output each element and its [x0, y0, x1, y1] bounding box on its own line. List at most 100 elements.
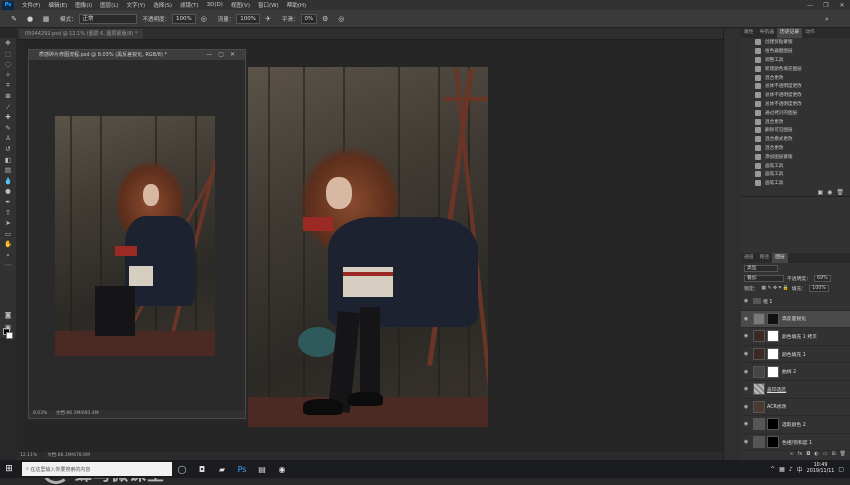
fx-icon[interactable]: fx — [798, 451, 803, 459]
history-item[interactable]: 拾色器图图层 — [741, 47, 850, 56]
layer-row[interactable]: ◉ ACR修改 — [741, 399, 850, 417]
history-item[interactable]: 总体不透明度更改 — [741, 82, 850, 91]
task-view-icon[interactable]: ◯ — [172, 465, 192, 474]
layer-filter-select[interactable]: 类型 — [744, 264, 778, 272]
volume-icon[interactable]: ♪ — [789, 466, 793, 473]
group-icon[interactable]: ▭ — [823, 451, 828, 459]
history-brush-icon[interactable]: ↺ — [0, 144, 16, 155]
history-item[interactable]: 总体不透明度更改 — [741, 91, 850, 100]
history-item[interactable]: 画笔工具 — [741, 179, 850, 188]
gear-icon[interactable]: ⚙ — [320, 14, 330, 24]
tab-channels[interactable]: 通道 — [741, 253, 757, 263]
ime-icon[interactable]: 中 — [797, 465, 803, 474]
visibility-icon[interactable]: ◉ — [741, 316, 751, 322]
windows-start-icon[interactable]: ⊞ — [0, 464, 18, 474]
notepad-icon[interactable]: ▤ — [252, 465, 272, 474]
visibility-icon[interactable]: ◉ — [741, 386, 751, 392]
visibility-icon[interactable]: ◉ — [741, 333, 751, 339]
visibility-icon[interactable]: ◉ — [741, 351, 751, 357]
menu-image[interactable]: 图像(I) — [71, 1, 96, 9]
tab-actions[interactable]: 动作 — [802, 28, 818, 38]
visibility-icon[interactable]: ◉ — [741, 369, 751, 375]
tab-layers[interactable]: 图层 — [772, 253, 788, 263]
zoom-tool-icon[interactable]: ⌕ — [0, 250, 16, 261]
pen-tool-icon[interactable]: ✒ — [0, 197, 16, 208]
browser-icon[interactable]: ◘ — [192, 465, 212, 474]
new-layer-icon[interactable]: ⊞ — [831, 451, 835, 459]
pressure-size-icon[interactable]: ◎ — [336, 14, 346, 24]
layer-row[interactable]: ◉ 盖印选区 — [741, 381, 850, 399]
layer-mask-thumbnail[interactable] — [767, 418, 779, 431]
frame-tool-icon[interactable]: ⊠ — [0, 91, 16, 102]
history-item[interactable]: 混合更改 — [741, 144, 850, 153]
delete-layer-icon[interactable]: 🗑 — [840, 451, 846, 459]
history-item[interactable]: 新建颜色填充图层 — [741, 64, 850, 73]
menu-edit[interactable]: 编辑(E) — [44, 1, 71, 9]
menu-window[interactable]: 窗口(W) — [254, 1, 283, 9]
history-item[interactable]: 创建剪贴蒙版 — [741, 38, 850, 47]
blur-tool-icon[interactable]: 💧 — [0, 176, 16, 187]
blend-mode-select[interactable]: 叠加 — [744, 274, 784, 282]
tab-navigator[interactable]: 导航器 — [757, 28, 777, 38]
quick-mask-icon[interactable]: ◙ — [0, 310, 16, 321]
trash-icon[interactable]: 🗑 — [836, 189, 844, 196]
eyedropper-tool-icon[interactable]: ⁄ — [0, 102, 16, 113]
brush-tool-icon[interactable]: ✎ — [0, 123, 16, 134]
flow-field[interactable]: 100% — [236, 13, 261, 24]
menu-layer[interactable]: 图层(L) — [96, 1, 122, 9]
smooth-field[interactable]: 0% — [300, 13, 318, 24]
tray-chevron-icon[interactable]: ^ — [770, 466, 775, 473]
layer-mask-thumbnail[interactable] — [767, 365, 779, 378]
menu-select[interactable]: 选择(S) — [149, 1, 176, 9]
adjustment-layer-icon[interactable]: ◐ — [814, 451, 818, 459]
menu-filter[interactable]: 滤镜(T) — [176, 1, 203, 9]
healing-tool-icon[interactable]: ✚ — [0, 112, 16, 123]
layer-mask-thumbnail[interactable] — [767, 330, 779, 343]
layer-row[interactable]: ◉ 选取颜色 2 — [741, 416, 850, 434]
minimize-button[interactable]: — — [802, 2, 818, 9]
menu-help[interactable]: 帮助(H) — [283, 1, 310, 9]
chrome-icon[interactable]: ◉ — [272, 465, 292, 474]
quick-select-tool-icon[interactable]: ✧ — [0, 70, 16, 81]
layer-row[interactable]: ◉ 色相/饱和度 1 — [741, 434, 850, 452]
shape-tool-icon[interactable]: ▭ — [0, 229, 16, 240]
layer-row[interactable]: ◉ 颜色填充 1 — [741, 346, 850, 364]
gradient-tool-icon[interactable]: ▤ — [0, 165, 16, 176]
move-tool-icon[interactable]: ✥ — [0, 38, 16, 49]
network-icon[interactable]: ▦ — [779, 466, 785, 473]
history-item[interactable]: 画笔工具 — [741, 170, 850, 179]
clock[interactable]: 10:49 2019/11/11 — [807, 463, 835, 475]
history-item[interactable]: 调整工具 — [741, 56, 850, 65]
maximize-button[interactable]: ❐ — [818, 2, 834, 9]
history-item[interactable]: 混合更改 — [741, 73, 850, 82]
tab-history[interactable]: 历史记录 — [777, 28, 803, 38]
file-explorer-icon[interactable]: ▰ — [212, 465, 232, 474]
notification-icon[interactable]: ▢ — [838, 466, 844, 473]
marquee-tool-icon[interactable]: ⬚ — [0, 49, 16, 60]
layer-mask-thumbnail[interactable] — [767, 312, 779, 325]
crop-tool-icon[interactable]: ⌗ — [0, 80, 16, 91]
link-icon[interactable]: ∞ — [789, 451, 793, 459]
history-item[interactable]: 添加图层蒙版 — [741, 152, 850, 161]
tab-properties[interactable]: 属性 — [741, 28, 757, 38]
visibility-icon[interactable]: ◉ — [741, 421, 751, 427]
pressure-opacity-icon[interactable]: ◎ — [199, 14, 209, 24]
menu-view[interactable]: 视图(V) — [227, 1, 254, 9]
background-color-swatch[interactable] — [6, 332, 13, 339]
history-item[interactable]: 混合模式更改 — [741, 135, 850, 144]
snapshot-icon[interactable]: ◉ — [827, 189, 832, 196]
layer-row[interactable]: ◉ 高反差锐化 — [741, 310, 850, 329]
lock-icons[interactable]: ▦ ✎ ✥ ⌗ 🔒 — [761, 285, 788, 291]
history-item[interactable]: 通过拷贝的图层 — [741, 108, 850, 117]
add-mask-icon[interactable]: ◘ — [806, 451, 810, 459]
dodge-tool-icon[interactable]: ● — [0, 186, 16, 197]
floating-window-title[interactable]: 质感碎片修图流程.psd @ 8.03% (黑反差锐化, RGB/8) * —▢… — [29, 50, 245, 60]
history-item[interactable]: 混合更改 — [741, 117, 850, 126]
brush-icon[interactable]: ✎ — [9, 14, 19, 24]
visibility-icon[interactable]: ◉ — [741, 404, 751, 410]
screen-mode-icon[interactable]: ▣ — [0, 322, 16, 333]
layer-row[interactable]: ◉ 曲线 2 — [741, 363, 850, 381]
more-tools-icon[interactable]: ⋯ — [0, 260, 16, 271]
history-item[interactable]: 删除可见图层 — [741, 126, 850, 135]
layer-row[interactable]: ◉ 组 1 — [741, 293, 850, 311]
